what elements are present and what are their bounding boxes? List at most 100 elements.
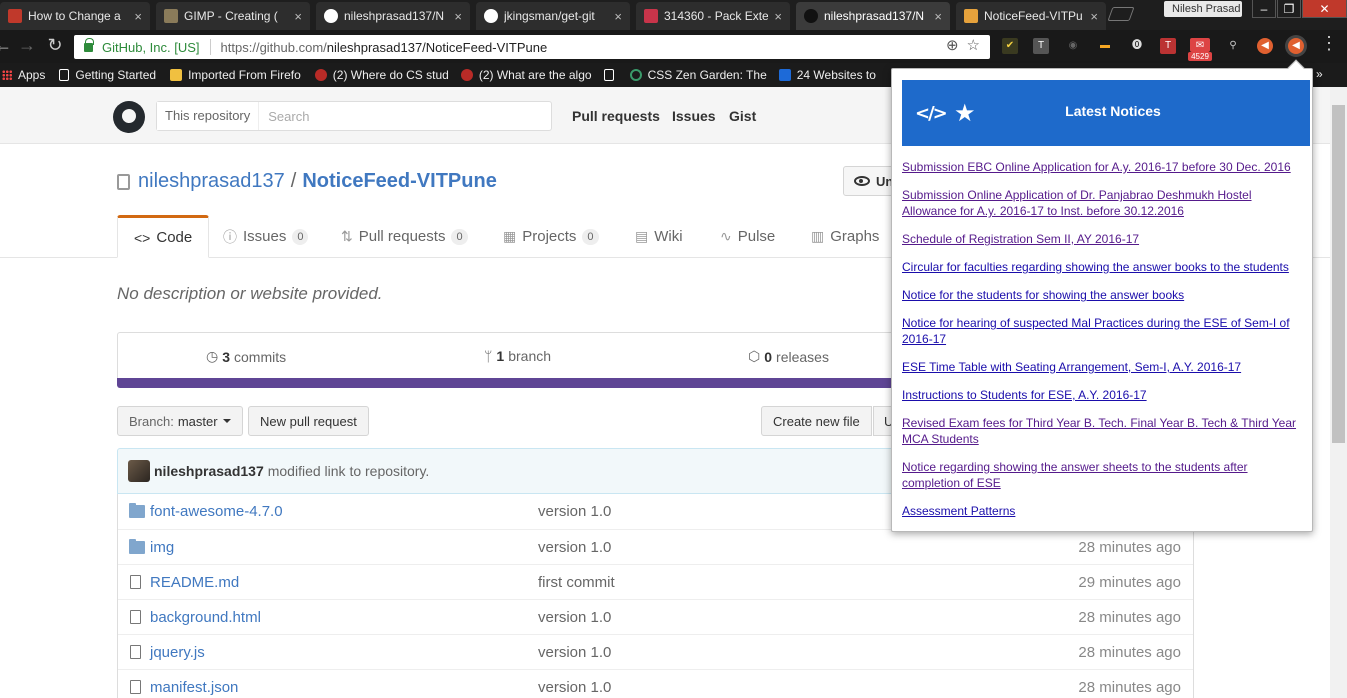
extension-github-icon[interactable]: ◉	[1065, 38, 1081, 54]
file-name-link[interactable]: img	[150, 539, 174, 556]
browser-tab-active[interactable]: nileshprasad137/N ×	[796, 2, 950, 30]
forward-arrow-icon[interactable]: →	[16, 35, 38, 56]
bookmark-item[interactable]: (2) Where do CS stud	[314, 68, 449, 82]
bookmark-item[interactable]: Getting Started	[59, 68, 156, 82]
mail-extension-icon[interactable]: ✉	[1190, 38, 1210, 52]
commit-message-link[interactable]: version 1.0	[538, 679, 611, 696]
repo-name-link[interactable]: NoticeFeed-VITPune	[302, 170, 496, 193]
lock-icon	[84, 37, 94, 52]
close-window-icon[interactable]: ✕	[1302, 0, 1347, 18]
tab-pulse[interactable]: ∿ Pulse	[704, 215, 791, 258]
avatar[interactable]	[128, 460, 150, 482]
notice-link[interactable]: Submission Online Application of Dr. Pan…	[902, 187, 1298, 219]
location-pin-icon[interactable]: ⚲	[1225, 38, 1241, 54]
github-favicon-icon	[804, 9, 818, 23]
address-bar[interactable]: GitHub, Inc. [US] https://github.com/nil…	[74, 35, 990, 59]
file-name-link[interactable]: font-awesome-4.7.0	[150, 503, 283, 520]
notice-link[interactable]: Notice for the students for showing the …	[902, 287, 1298, 303]
create-new-file-button[interactable]: Create new file	[761, 406, 872, 436]
bookmark-item[interactable]: (2) What are the algo	[460, 68, 592, 82]
tab-graphs[interactable]: ▥ Graphs	[795, 215, 895, 258]
commit-message[interactable]: modified link to repository.	[268, 463, 430, 479]
file-name-link[interactable]: manifest.json	[150, 679, 238, 696]
file-name-link[interactable]: background.html	[150, 609, 261, 626]
browser-tab[interactable]: NoticeFeed-VITPu ×	[956, 2, 1106, 30]
scrollbar-thumb[interactable]	[1332, 105, 1345, 443]
commit-message-link[interactable]: version 1.0	[538, 644, 611, 661]
notice-link[interactable]: Circular for faculties regarding showing…	[902, 259, 1298, 275]
watch-button[interactable]: Un	[843, 166, 895, 196]
profile-button[interactable]: Nilesh Prasad	[1164, 1, 1242, 17]
close-tab-icon[interactable]: ×	[774, 9, 782, 24]
restore-icon[interactable]: ❐	[1277, 0, 1301, 18]
nav-gist[interactable]: Gist	[729, 108, 756, 124]
close-tab-icon[interactable]: ×	[294, 9, 302, 24]
speaker-extension-icon[interactable]: ◀	[1257, 38, 1273, 54]
browser-tab[interactable]: nileshprasad137/N ×	[316, 2, 470, 30]
tab-projects[interactable]: ▦ Projects 0	[487, 215, 615, 258]
browser-tab[interactable]: jkingsman/get-git ×	[476, 2, 630, 30]
browser-tab[interactable]: GIMP - Creating (×	[156, 2, 310, 30]
notice-link[interactable]: Notice for hearing of suspected Mal Prac…	[902, 315, 1298, 347]
notice-link[interactable]: Notice regarding showing the answer shee…	[902, 459, 1298, 491]
branch-select-button[interactable]: Branch: master	[117, 406, 243, 436]
github-logo-icon[interactable]	[113, 101, 145, 133]
nav-pull-requests[interactable]: Pull requests	[572, 108, 660, 124]
tab-pull-requests[interactable]: ⇅ Pull requests 0	[325, 215, 484, 258]
branches-link[interactable]: ᛘ 1 branch	[484, 348, 551, 364]
quora-icon	[314, 69, 327, 81]
tab-code[interactable]: <> Code	[117, 215, 210, 258]
bookmark-item[interactable]: 24 Websites to	[778, 68, 876, 82]
nav-issues[interactable]: Issues	[672, 108, 716, 124]
notice-link[interactable]: Assessment Patterns	[902, 503, 1298, 519]
notice-feed-extension-icon[interactable]: ◀	[1288, 38, 1304, 54]
bookmark-apps[interactable]: Apps	[2, 68, 45, 82]
notice-feed-popup: </> ★ Latest Notices Submission EBC Onli…	[891, 68, 1313, 532]
tab-issues[interactable]: ⓘ Issues 0	[207, 215, 324, 258]
commit-message-link[interactable]: version 1.0	[538, 539, 611, 556]
repo-owner-link[interactable]: nileshprasad137	[138, 170, 285, 193]
releases-link[interactable]: ⬡ 0 releases	[748, 348, 829, 365]
minimize-icon[interactable]: –	[1252, 0, 1276, 18]
commit-author[interactable]: nileshprasad137	[154, 463, 264, 479]
back-arrow-icon[interactable]: ←	[0, 35, 14, 56]
commit-message-link[interactable]: version 1.0	[538, 609, 611, 626]
close-tab-icon[interactable]: ×	[614, 9, 622, 24]
page-scrollbar[interactable]	[1330, 87, 1347, 698]
bookmark-star-icon[interactable]: ☆	[967, 36, 980, 54]
notice-link[interactable]: Revised Exam fees for Third Year B. Tech…	[902, 415, 1298, 447]
file-name-link[interactable]: jquery.js	[150, 644, 205, 661]
search-scope[interactable]: This repository	[157, 102, 260, 130]
close-tab-icon[interactable]: ×	[454, 9, 462, 24]
extension-trello-icon[interactable]: T	[1160, 38, 1176, 54]
tab-wiki[interactable]: ▤ Wiki	[619, 215, 699, 258]
notice-link[interactable]: Schedule of Registration Sem II, AY 2016…	[902, 231, 1298, 247]
commits-link[interactable]: ◷ 3 commits	[206, 348, 286, 365]
new-pull-request-button[interactable]: New pull request	[248, 406, 369, 436]
browser-tab[interactable]: 314360 - Pack Exte ×	[636, 2, 790, 30]
notice-link[interactable]: ESE Time Table with Seating Arrangement,…	[902, 359, 1298, 375]
more-bookmarks-icon[interactable]: »	[1316, 67, 1323, 81]
reload-icon[interactable]: ↻	[44, 35, 66, 56]
notice-link[interactable]: Instructions to Students for ESE, A.Y. 2…	[902, 387, 1298, 403]
new-tab-button[interactable]	[1107, 7, 1135, 21]
close-tab-icon[interactable]: ×	[1090, 9, 1098, 24]
extension-pill-icon[interactable]: ▬	[1097, 38, 1113, 54]
close-tab-icon[interactable]: ×	[934, 9, 942, 24]
close-tab-icon[interactable]: ×	[134, 9, 142, 24]
tab-favicon-icon	[964, 9, 978, 23]
menu-dots-icon[interactable]: ⋮	[1318, 33, 1340, 54]
browser-tab[interactable]: How to Change a ×	[0, 2, 150, 30]
bookmark-folder[interactable]: Imported From Firefo	[170, 68, 301, 82]
notice-link[interactable]: Submission EBC Online Application for A.…	[902, 159, 1298, 175]
bookmark-item[interactable]: CSS Zen Garden: The	[629, 68, 767, 82]
extension-circle-icon[interactable]: ⓿	[1129, 38, 1145, 54]
bookmark-item[interactable]	[603, 69, 620, 81]
commit-message-link[interactable]: first commit	[538, 574, 615, 591]
file-name-link[interactable]: README.md	[150, 574, 239, 591]
zoom-icon[interactable]: ⊕	[946, 36, 959, 54]
commit-message-link[interactable]: version 1.0	[538, 503, 611, 520]
search-input[interactable]	[259, 102, 540, 130]
extension-t-icon[interactable]: T	[1033, 38, 1049, 54]
extension-check-icon[interactable]: ✔	[1002, 38, 1018, 54]
